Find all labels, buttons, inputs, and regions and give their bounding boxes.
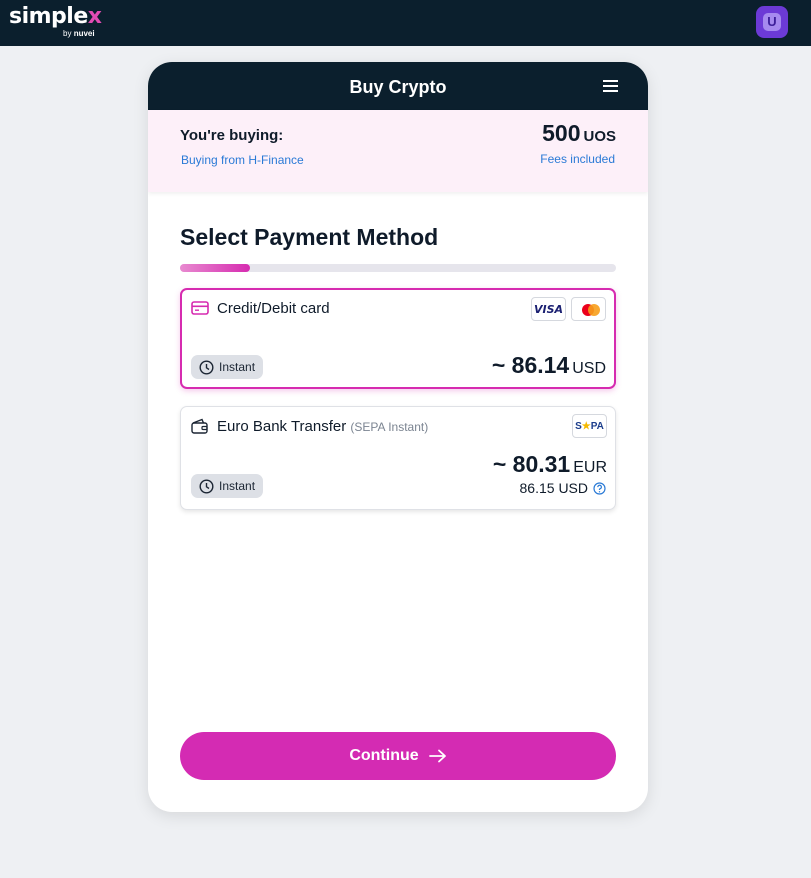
bank-secondary-price: 86.15 USD [520,480,606,496]
step-progress-bar [180,264,616,272]
card-price-currency: USD [572,360,606,377]
bank-transfer-note: (SEPA Instant) [350,420,429,434]
step-progress-fill [180,264,250,272]
bank-brands: S ★ PA [572,414,607,438]
section-title: Select Payment Method [180,224,439,250]
top-bar: simplex by nuvei U [0,0,811,46]
bank-price-currency: EUR [573,459,607,476]
speed-label: Instant [219,479,256,493]
speed-badge: Instant [191,474,264,498]
bank-secondary-price-value: 86.15 USD [519,480,588,496]
clock-icon [199,478,214,494]
bank-price: ~ 80.31 EUR [493,451,607,478]
help-icon[interactable] [593,481,606,495]
buy-crypto-widget: Buy Crypto You're buying: Buying from H-… [148,62,648,812]
arrow-right-icon [428,749,446,763]
payment-option-card[interactable]: Credit/Debit card VISA Instant ~ 86.14 US… [180,288,616,389]
menu-icon[interactable] [602,79,620,93]
logo-wordmark: simplex [9,4,102,29]
payment-option-name: Euro Bank Transfer (SEPA Instant) [217,418,428,435]
summary-source: Buying from H-Finance [181,153,304,167]
card-price: ~ 86.14 USD [492,352,606,379]
simplex-logo[interactable]: simplex by nuvei [9,4,102,38]
payment-option-name: Credit/Debit card [217,300,330,317]
summary-amount-unit: UOS [583,128,616,145]
logo-byline: by nuvei [63,29,95,38]
order-summary: You're buying: Buying from H-Finance 500… [148,110,648,192]
widget-title: Buy Crypto [349,77,447,97]
sepa-logo: S ★ PA [572,414,607,438]
summary-amount-value: 500 [542,120,581,146]
visa-logo: VISA [531,297,566,321]
credit-card-icon [191,301,209,320]
summary-label: You're buying: [180,127,284,144]
speed-label: Instant [219,360,256,374]
payment-option-bank-transfer[interactable]: Euro Bank Transfer (SEPA Instant) S ★ PA I… [180,406,616,510]
speed-badge: Instant [191,355,264,379]
wallet-icon [191,418,209,439]
bank-price-value: ~ 80.31 [492,451,571,477]
user-avatar-button[interactable]: U [756,6,788,38]
user-avatar-letter: U [763,13,781,31]
clock-icon [199,359,214,375]
continue-label: Continue [349,747,419,764]
summary-fees-note: Fees included [540,152,615,166]
summary-amount: 500 UOS [542,120,616,147]
card-brands: VISA [531,297,606,321]
continue-button[interactable]: Continue [180,732,616,780]
card-price-value: ~ 86.14 [491,352,570,378]
widget-header: Buy Crypto [148,62,648,110]
bank-transfer-name: Euro Bank Transfer [217,418,347,435]
mastercard-logo [571,297,606,321]
